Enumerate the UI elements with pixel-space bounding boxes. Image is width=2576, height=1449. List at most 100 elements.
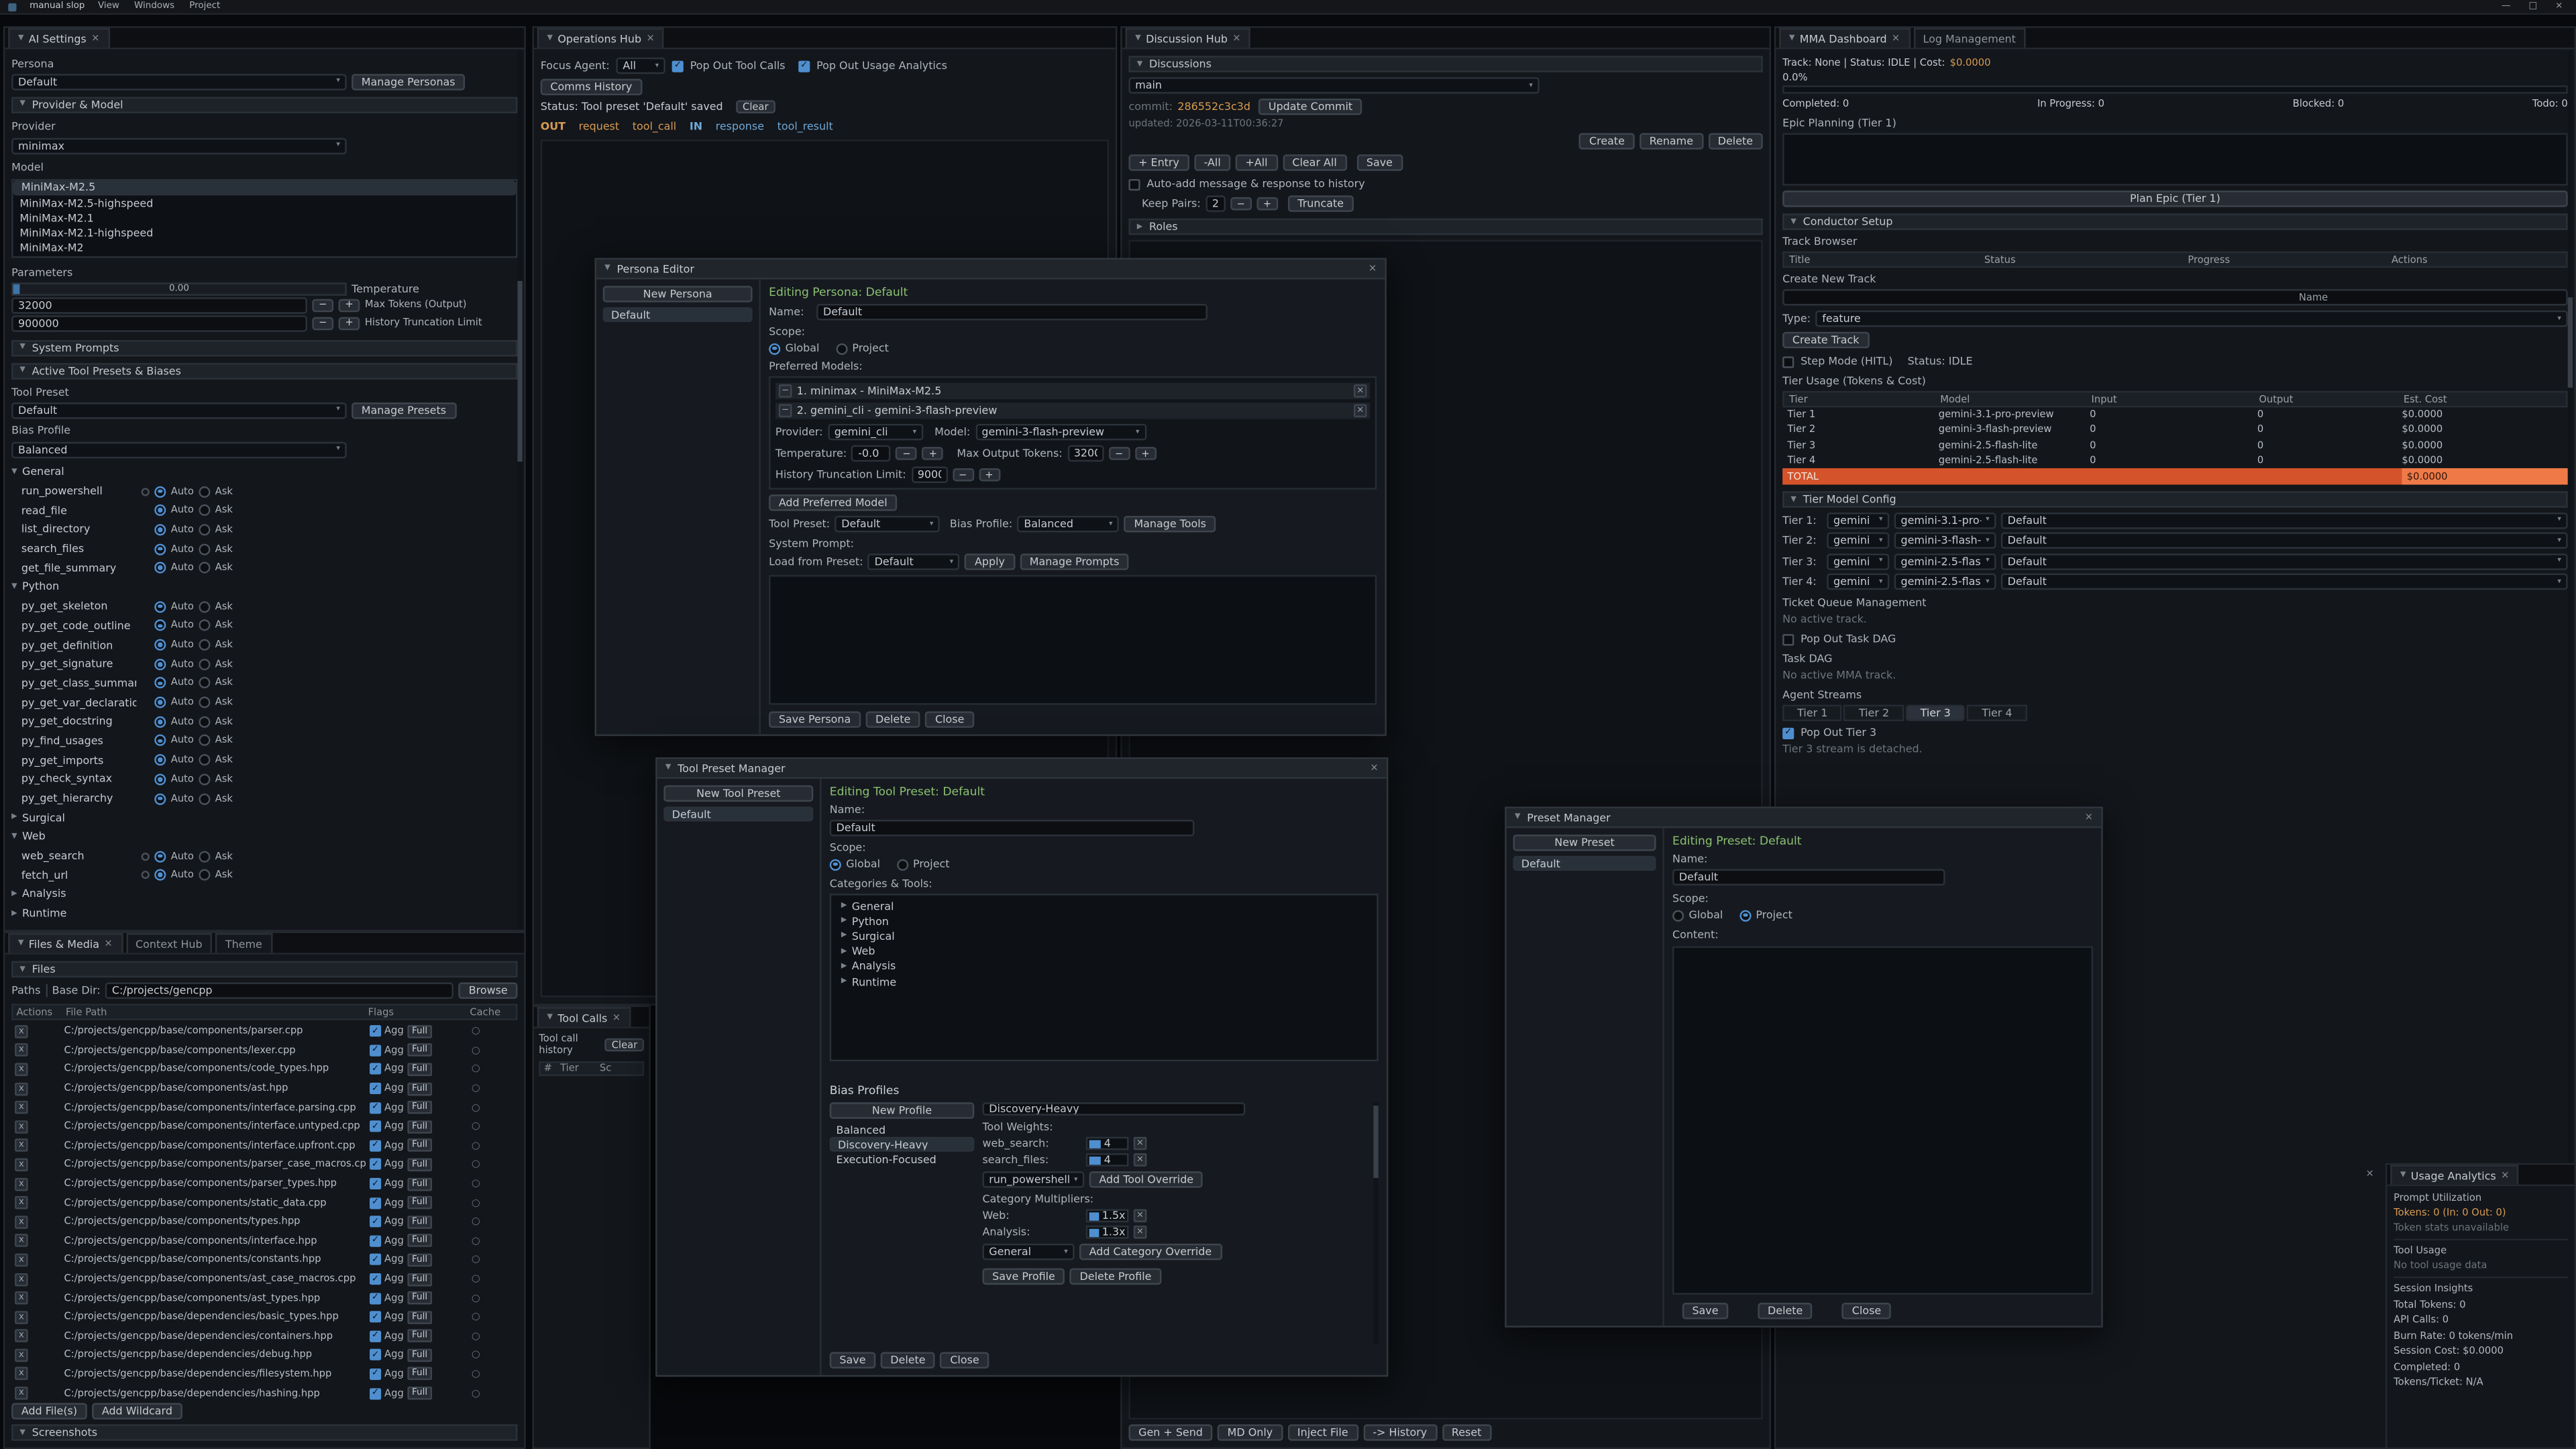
discussion-action-button[interactable]: MD Only (1218, 1424, 1283, 1440)
tier-model-select[interactable]: gemini-2.5-flash-lite▾ (1894, 574, 1996, 590)
preset-list-item[interactable]: Default (1513, 856, 1656, 871)
remove-file-button[interactable]: x (15, 1330, 28, 1343)
preferred-model-row[interactable]: − 2. gemini_cli - gemini-3-flash-preview… (775, 402, 1371, 419)
auto-radio[interactable] (154, 562, 166, 574)
dock-close-icon[interactable]: × (2366, 1168, 2374, 1179)
delete-tool-preset-button[interactable]: Delete (881, 1352, 936, 1368)
cache-indicator-icon[interactable]: ○ (472, 1330, 515, 1342)
cache-indicator-icon[interactable]: ○ (472, 1311, 515, 1323)
temperature-slider[interactable]: 0.00 (11, 282, 347, 296)
ask-radio[interactable] (199, 755, 210, 766)
category-item[interactable]: ▶ General (835, 899, 1373, 914)
profile-name-input[interactable] (982, 1102, 1245, 1116)
agg-checkbox[interactable] (370, 1254, 381, 1266)
dialog-close-icon[interactable]: × (2085, 812, 2093, 823)
tab-close-icon[interactable]: × (104, 938, 112, 949)
delete-persona-button[interactable]: Delete (865, 711, 920, 727)
tool-preset-manager-titlebar[interactable]: ▼ Tool Preset Manager × (657, 759, 1387, 778)
auto-radio[interactable] (154, 658, 166, 669)
full-button[interactable]: Full (407, 1368, 433, 1381)
provider-model-header[interactable]: ▼ Provider & Model (11, 97, 517, 113)
agg-checkbox[interactable] (370, 1216, 381, 1228)
new-tool-preset-button[interactable]: New Tool Preset (663, 786, 813, 802)
active-presets-header[interactable]: ▼ Active Tool Presets & Biases (11, 362, 517, 378)
ask-radio[interactable] (199, 869, 210, 881)
remove-file-button[interactable]: x (15, 1234, 28, 1248)
tab-context-hub[interactable]: Context Hub (125, 933, 212, 953)
remove-file-button[interactable]: x (15, 1368, 28, 1381)
ask-radio[interactable] (199, 773, 210, 785)
decrement-button[interactable]: − (1230, 197, 1252, 211)
agg-checkbox[interactable] (370, 1311, 381, 1323)
cache-indicator-icon[interactable]: ○ (472, 1026, 515, 1037)
tab-tool-calls[interactable]: ▼ Tool Calls × (537, 1007, 631, 1026)
full-button[interactable]: Full (407, 1216, 433, 1229)
full-button[interactable]: Full (407, 1330, 433, 1343)
remove-file-button[interactable]: x (15, 1387, 28, 1399)
pop-out-usage-checkbox[interactable] (798, 60, 810, 71)
manage-personas-button[interactable]: Manage Personas (352, 74, 465, 90)
cache-indicator-icon[interactable]: ○ (472, 1292, 515, 1303)
window-close-icon[interactable]: × (2555, 1, 2563, 11)
ask-radio[interactable] (199, 678, 210, 689)
agg-checkbox[interactable] (370, 1292, 381, 1303)
pref-provider-select[interactable]: gemini_cli▾ (828, 424, 923, 440)
category-item[interactable]: ▶ Analysis (835, 959, 1373, 975)
bias-profile-item[interactable]: Balanced (830, 1122, 975, 1138)
pref-history-input[interactable] (911, 467, 947, 483)
tool-group-header[interactable]: ▶ Surgical (11, 811, 65, 824)
tab-close-icon[interactable]: × (2501, 1170, 2509, 1181)
tier-model-config-header[interactable]: ▼ Tier Model Config (1782, 492, 2568, 508)
ask-radio[interactable] (199, 543, 210, 555)
model-option[interactable]: MiniMax-M2.1 (13, 211, 516, 226)
decrement-button[interactable]: − (896, 447, 918, 460)
agg-checkbox[interactable] (370, 1235, 381, 1246)
agg-checkbox[interactable] (370, 1350, 381, 1361)
truncate-button[interactable]: Truncate (1288, 195, 1354, 211)
cache-indicator-icon[interactable]: ○ (472, 1140, 515, 1151)
auto-radio[interactable] (154, 504, 166, 516)
tab-theme[interactable]: Theme (215, 933, 272, 953)
stream-tab[interactable]: Tier 1 (1782, 705, 1842, 721)
remove-file-button[interactable]: x (15, 1120, 28, 1134)
provider-select[interactable]: minimax▾ (11, 138, 347, 154)
cache-indicator-icon[interactable]: ○ (472, 1387, 515, 1399)
tab-operations-hub[interactable]: ▼ Operations Hub × (537, 28, 665, 48)
increment-button[interactable]: + (1256, 197, 1278, 211)
ask-radio[interactable] (199, 697, 210, 708)
bias-profile-item[interactable]: Execution-Focused (830, 1152, 975, 1168)
tab-close-icon[interactable]: × (1892, 33, 1900, 44)
agg-checkbox[interactable] (370, 1026, 381, 1037)
add-entry-button[interactable]: + Entry (1128, 154, 1189, 170)
remove-file-button[interactable]: x (15, 1044, 28, 1057)
menubar-menu[interactable]: View (98, 1, 119, 11)
track-type-select[interactable]: feature▾ (1815, 311, 2567, 327)
model-option[interactable]: MiniMax-M2 (13, 241, 516, 256)
ask-radio[interactable] (199, 601, 210, 612)
discussion-action-button[interactable]: -> History (1363, 1424, 1437, 1440)
scrollbar[interactable] (1373, 1102, 1378, 1344)
auto-radio[interactable] (154, 486, 166, 497)
reorder-handle[interactable]: − (779, 404, 792, 417)
add-preferred-model-button[interactable]: Add Preferred Model (769, 494, 897, 511)
cache-indicator-icon[interactable]: ○ (472, 1368, 515, 1380)
full-button[interactable]: Full (407, 1311, 433, 1324)
scrollbar-thumb[interactable] (1373, 1106, 1378, 1178)
system-prompts-header[interactable]: ▼ System Prompts (11, 339, 517, 356)
ask-radio[interactable] (199, 504, 210, 516)
ask-radio[interactable] (199, 793, 210, 804)
dialog-close-icon[interactable]: × (1370, 762, 1378, 773)
full-button[interactable]: Full (407, 1158, 433, 1171)
tier-provider-select[interactable]: gemini▾ (1827, 553, 1889, 570)
history-limit-input[interactable] (11, 315, 307, 331)
roles-header[interactable]: ▶ Roles (1128, 219, 1762, 235)
auto-radio[interactable] (154, 869, 166, 881)
menubar-menu[interactable]: Project (189, 1, 220, 11)
apply-button[interactable]: Apply (965, 553, 1014, 570)
agg-checkbox[interactable] (370, 1102, 381, 1113)
weight-slider[interactable]: 4 (1086, 1137, 1129, 1150)
paths-label[interactable]: Paths (11, 984, 40, 998)
clear-all-button[interactable]: Clear All (1283, 154, 1347, 170)
tier-provider-select[interactable]: gemini▾ (1827, 533, 1889, 549)
step-mode-checkbox[interactable] (1782, 356, 1794, 367)
